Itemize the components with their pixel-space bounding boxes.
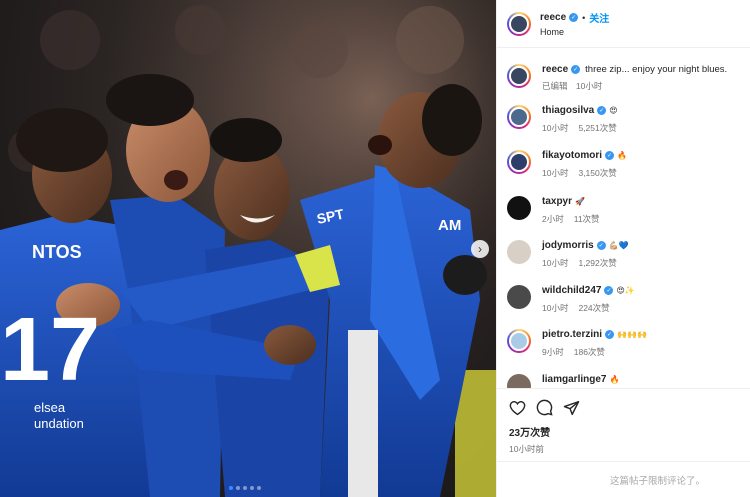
comment-time: 9小时	[542, 347, 564, 357]
post-side-panel: reece ✓ • 关注 Home reece ✓ three zip... e…	[496, 0, 750, 497]
comment-text: 🚀	[575, 197, 585, 206]
verified-icon: ✓	[605, 151, 615, 160]
share-icon[interactable]	[563, 400, 580, 416]
sponsor-text-1: elsea	[34, 400, 66, 415]
caption-time: 10小时	[575, 81, 603, 91]
comment-username[interactable]: liamgarlinge7	[542, 374, 606, 385]
verified-icon: ✓	[596, 241, 606, 250]
comment-list[interactable]: reece ✓ three zip... enjoy your night bl…	[497, 56, 750, 388]
comment-time: 10小时	[542, 168, 569, 178]
caption-text: three zip... enjoy your night blues.	[585, 64, 728, 75]
carousel-dot[interactable]	[243, 486, 247, 490]
comments-restricted-notice: 这篇帖子限制评论了。	[497, 461, 750, 497]
separator: •	[582, 12, 586, 23]
comment-text: 🔥	[609, 375, 620, 384]
comment-text: 🙌🙌🙌	[617, 330, 647, 339]
avatar[interactable]	[507, 150, 531, 174]
comment-text: 😍✨	[616, 286, 635, 295]
avatar[interactable]	[507, 64, 531, 88]
carousel-dot[interactable]	[236, 486, 240, 490]
carousel-dot[interactable]	[257, 486, 261, 490]
sleeve-text: AM	[438, 217, 461, 234]
celebration-photo: NTOS 17 elsea undation SPT AM	[0, 0, 496, 497]
comment-icon[interactable]	[536, 399, 553, 416]
heart-icon[interactable]	[509, 400, 526, 416]
comment-likes[interactable]: 5,251次赞	[578, 123, 616, 133]
comment-username[interactable]: pietro.terzini	[542, 329, 602, 340]
post-header: reece ✓ • 关注 Home	[497, 0, 750, 48]
comment-time: 10小时	[542, 303, 569, 313]
list-item: jodymorris ✓ 💪🏼💙 10小时 1,292次赞	[507, 240, 629, 269]
edited-label: 已编辑	[542, 81, 568, 91]
comment-time: 10小时	[542, 123, 569, 133]
post-actions: 23万次赞 10小时前	[497, 388, 750, 455]
sponsor-text-2: undation	[34, 416, 84, 431]
comment-likes[interactable]: 3,150次赞	[578, 168, 616, 178]
comment-likes[interactable]: 11次赞	[574, 214, 600, 224]
comment-time: 10小时	[542, 258, 569, 268]
list-item: pietro.terzini ✓ 🙌🙌🙌 9小时 186次赞	[507, 329, 647, 358]
comment-text: 💪🏼💙	[608, 241, 629, 250]
caption-row: reece ✓ three zip... enjoy your night bl…	[507, 64, 727, 92]
list-item: taxpyr 🚀 2小时 11次赞	[507, 196, 600, 225]
comment-time: 2小时	[542, 214, 564, 224]
list-item: thiagosilva ✓ 😍 10小时 5,251次赞	[507, 105, 618, 134]
comment-username[interactable]: fikayotomori	[542, 150, 602, 161]
verified-icon: ✓	[569, 13, 579, 22]
carousel-dot[interactable]	[250, 486, 254, 490]
jersey-name-text: NTOS	[32, 242, 82, 262]
avatar[interactable]	[507, 240, 531, 264]
verified-icon: ✓	[604, 286, 614, 295]
follow-button[interactable]: 关注	[589, 10, 609, 25]
avatar[interactable]	[507, 105, 531, 129]
comment-username[interactable]: thiagosilva	[542, 105, 594, 116]
list-item: wildchild247 ✓ 😍✨ 10小时 224次赞	[507, 285, 635, 314]
comment-text: 🔥	[617, 151, 627, 160]
comment-text: 😍	[609, 106, 618, 115]
list-item: fikayotomori ✓ 🔥 10小时 3,150次赞	[507, 150, 627, 179]
caption-username[interactable]: reece	[542, 64, 568, 75]
comment-username[interactable]: wildchild247	[542, 285, 601, 296]
carousel-dot[interactable]	[229, 486, 233, 490]
avatar[interactable]	[507, 329, 531, 353]
verified-icon: ✓	[597, 106, 607, 115]
chevron-right-icon[interactable]: ›	[471, 240, 489, 258]
comment-likes[interactable]: 1,292次赞	[578, 258, 616, 268]
avatar[interactable]	[507, 11, 531, 36]
post-time: 10小时前	[509, 444, 544, 454]
avatar[interactable]	[507, 196, 531, 220]
comment-username[interactable]: jodymorris	[542, 240, 594, 251]
avatar[interactable]	[507, 374, 531, 388]
verified-icon: ✓	[571, 65, 581, 74]
like-count[interactable]: 23万次赞	[509, 424, 739, 439]
location-label[interactable]: Home	[540, 27, 609, 37]
jersey-number-text: 17	[0, 300, 100, 400]
comment-username[interactable]: taxpyr	[542, 196, 572, 207]
verified-icon: ✓	[605, 330, 615, 339]
post-photo[interactable]: NTOS 17 elsea undation SPT AM ›	[0, 0, 496, 497]
author-username[interactable]: reece	[540, 12, 566, 23]
comment-likes[interactable]: 224次赞	[578, 303, 609, 313]
carousel-dots	[229, 486, 261, 490]
avatar[interactable]	[507, 285, 531, 309]
comment-likes[interactable]: 186次赞	[574, 347, 605, 357]
list-item: liamgarlinge7 🔥	[507, 374, 619, 388]
